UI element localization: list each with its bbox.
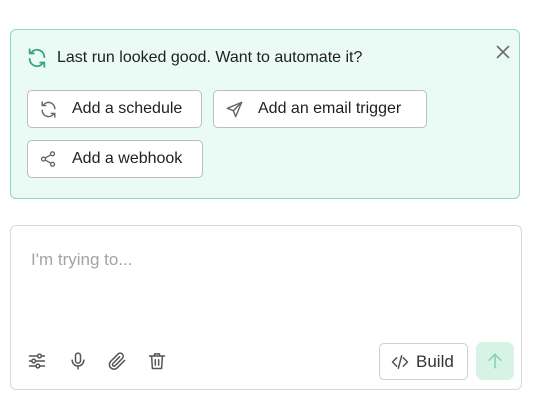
send-button[interactable] xyxy=(476,342,514,380)
build-label: Build xyxy=(416,351,454,371)
add-schedule-button[interactable]: Add a schedule xyxy=(27,90,202,128)
close-icon xyxy=(496,45,510,59)
voice-input-button[interactable] xyxy=(67,350,89,372)
microphone-icon xyxy=(68,351,88,371)
refresh-icon xyxy=(26,47,48,69)
add-email-trigger-label: Add an email trigger xyxy=(258,100,402,117)
arrow-up-icon xyxy=(485,351,505,371)
prompt-input[interactable] xyxy=(31,246,501,274)
close-button[interactable] xyxy=(492,41,514,63)
code-icon xyxy=(390,352,410,372)
share-icon xyxy=(38,149,58,169)
add-email-trigger-button[interactable]: Add an email trigger xyxy=(213,90,427,128)
banner-title: Last run looked good. Want to automate i… xyxy=(57,49,363,66)
sliders-icon xyxy=(27,351,47,371)
refresh-icon xyxy=(38,99,58,119)
send-icon xyxy=(224,99,244,119)
add-webhook-button[interactable]: Add a webhook xyxy=(27,140,203,178)
trash-icon xyxy=(147,351,167,371)
clear-button[interactable] xyxy=(146,350,168,372)
add-schedule-label: Add a schedule xyxy=(72,100,183,117)
build-button[interactable]: Build xyxy=(379,343,468,380)
settings-button[interactable] xyxy=(26,350,48,372)
automation-suggestion-banner: Last run looked good. Want to automate i… xyxy=(10,29,520,199)
attach-file-button[interactable] xyxy=(106,350,128,372)
add-webhook-label: Add a webhook xyxy=(72,150,183,167)
paperclip-icon xyxy=(107,351,127,371)
prompt-composer: Build xyxy=(10,225,522,390)
